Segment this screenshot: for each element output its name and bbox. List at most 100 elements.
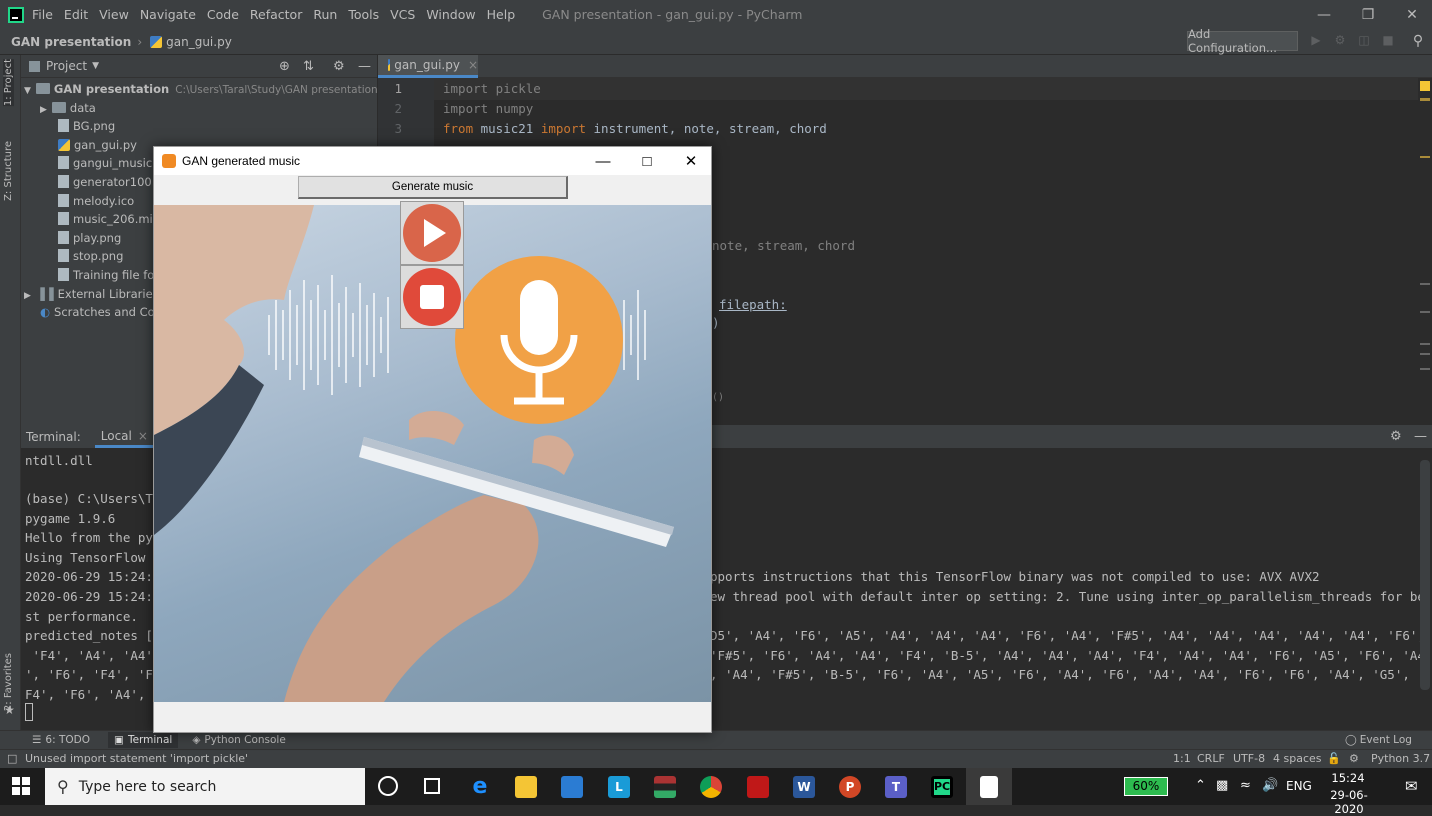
menu-help[interactable]: Help (487, 7, 516, 22)
search-icon: ⚲ (57, 777, 69, 796)
play-button[interactable] (400, 201, 464, 265)
line-separator[interactable]: CRLF (1197, 752, 1225, 765)
lock-icon[interactable]: 🔓 (1327, 752, 1341, 765)
notebook-file-icon (58, 156, 69, 170)
menu-file[interactable]: File (32, 7, 53, 22)
stop-button[interactable] (400, 265, 464, 329)
debug-icon[interactable]: ⚙ (1333, 33, 1347, 47)
terminal-line: 'F4', 'A4', 'A4' (25, 648, 153, 663)
file-explorer-icon[interactable] (515, 776, 537, 798)
cortana-icon[interactable] (378, 776, 398, 796)
indent-setting[interactable]: 4 spaces (1273, 752, 1322, 765)
chrome-icon[interactable] (700, 776, 722, 798)
hide-panel-icon[interactable]: — (1414, 429, 1427, 444)
menu-tools[interactable]: Tools (348, 7, 379, 22)
menu-edit[interactable]: Edit (64, 7, 88, 22)
event-log-tab[interactable]: ◯ Event Log (1345, 734, 1412, 746)
mail-icon[interactable] (561, 776, 583, 798)
code-fragment: () (712, 392, 725, 403)
menu-code[interactable]: Code (207, 7, 239, 22)
mcafee-icon[interactable] (747, 776, 769, 798)
breadcrumb-file-label: gan_gui.py (166, 34, 232, 49)
project-panel-title[interactable]: Project (46, 59, 87, 73)
volume-icon[interactable]: 🔊 (1262, 778, 1278, 793)
todo-tab[interactable]: ☰ 6: TODO (32, 734, 90, 746)
gear-icon[interactable]: ⚙ (1390, 429, 1402, 444)
locate-icon[interactable]: ⊕ (279, 59, 290, 74)
terminal-scrollbar[interactable] (1420, 460, 1430, 690)
dialog-minimize-button[interactable]: — (581, 147, 625, 175)
code-line-3[interactable]: from music21 import instrument, note, st… (443, 121, 827, 136)
terminal-tab[interactable]: ▣ Terminal (108, 732, 179, 748)
collapse-all-icon[interactable]: ⇅ (303, 59, 314, 74)
stop-icon[interactable]: ■ (1381, 33, 1395, 47)
tree-root[interactable]: ▼ GAN presentation C:\Users\Taral\Study\GA… (21, 80, 378, 99)
python-interpreter[interactable]: Python 3.7 (1371, 752, 1430, 765)
code-line-1[interactable]: import pickle (443, 81, 541, 96)
app-stripes-icon[interactable] (654, 776, 676, 798)
task-view-icon[interactable] (424, 778, 440, 794)
menu-refactor[interactable]: Refactor (250, 7, 302, 22)
coverage-icon[interactable]: ◫ (1357, 33, 1371, 47)
clock-time[interactable]: 15:24 (1322, 771, 1374, 785)
menu-navigate[interactable]: Navigate (140, 7, 196, 22)
app-l-icon[interactable]: L (608, 776, 630, 798)
menu-vcs[interactable]: VCS (390, 7, 415, 22)
powerpoint-icon[interactable]: P (839, 776, 861, 798)
taskbar-search[interactable]: ⚲ Type here to search (45, 768, 365, 805)
python-console-icon: ◈ (192, 734, 201, 746)
close-button[interactable]: ✕ (1389, 0, 1432, 29)
teams-icon[interactable]: T (885, 776, 907, 798)
terminal-tab-local[interactable]: Local × (94, 425, 154, 448)
file-encoding[interactable]: UTF-8 (1233, 752, 1265, 765)
code-line-2[interactable]: import numpy (443, 101, 533, 116)
network-icon[interactable]: ▩ (1216, 778, 1228, 793)
status-square-icon[interactable]: □ (7, 752, 17, 765)
menu-view[interactable]: View (99, 7, 129, 22)
minimize-button[interactable]: — (1301, 0, 1347, 29)
chevron-down-icon[interactable]: ▼ (92, 61, 99, 71)
clock-date[interactable]: 29-06-2020 (1318, 788, 1380, 816)
battery-indicator[interactable]: 60% (1124, 777, 1168, 796)
hide-panel-icon[interactable]: — (358, 59, 371, 74)
inspector-icon[interactable]: ⚙ (1349, 752, 1359, 765)
search-everywhere-icon[interactable]: ⚲ (1411, 33, 1425, 49)
wifi-icon[interactable]: ≈ (1240, 778, 1251, 793)
python-console-label: Python Console (204, 734, 286, 746)
gear-icon[interactable]: ⚙ (333, 59, 345, 74)
close-tab-icon[interactable]: × (138, 429, 148, 443)
breadcrumb-project[interactable]: GAN presentation (11, 35, 131, 49)
tree-item-label: melody.ico (73, 193, 135, 208)
warning-marker-icon (1420, 81, 1430, 91)
tab-gan-gui[interactable]: gan_gui.py × (378, 55, 478, 78)
line-number: 3 (394, 121, 402, 136)
close-tab-icon[interactable]: × (468, 58, 478, 72)
edge-icon[interactable]: e (469, 776, 491, 798)
windows-start-icon[interactable] (12, 777, 30, 795)
generate-music-button[interactable]: Generate music (298, 176, 568, 199)
project-panel-header: Project ▼ ⊕ ⇅ ⚙ — (21, 55, 377, 78)
project-tool-tab[interactable]: 1: Project (3, 59, 14, 107)
menu-run[interactable]: Run (313, 7, 337, 22)
python-file-icon (388, 59, 391, 71)
breadcrumb-file[interactable]: gan_gui.py (150, 35, 232, 49)
language-indicator[interactable]: ENG (1286, 779, 1312, 793)
chevron-up-icon[interactable]: ⌃ (1195, 778, 1206, 793)
tk-app-icon[interactable] (980, 776, 998, 798)
pycharm-taskbar-icon[interactable]: PC (931, 776, 953, 798)
terminal-line: 2020-06-29 15:24: (25, 589, 153, 604)
word-icon[interactable]: W (793, 776, 815, 798)
tree-item-data[interactable]: ▶ data (21, 99, 377, 118)
run-icon[interactable]: ▶ (1309, 33, 1323, 47)
menu-window[interactable]: Window (426, 7, 475, 22)
dialog-close-button[interactable]: ✕ (669, 147, 713, 175)
editor-scrollbar[interactable] (1418, 78, 1432, 400)
python-console-tab[interactable]: ◈ Python Console (192, 734, 286, 746)
notifications-icon[interactable]: ✉ (1405, 777, 1418, 795)
cursor-position[interactable]: 1:1 (1173, 752, 1191, 765)
add-configuration-button[interactable]: Add Configuration... (1187, 27, 1298, 55)
structure-tool-tab[interactable]: Z: Structure (3, 141, 14, 201)
tree-item-bg[interactable]: BG.png (21, 117, 377, 136)
maximize-button[interactable]: ❐ (1345, 0, 1391, 29)
dialog-maximize-button[interactable]: □ (625, 147, 669, 175)
